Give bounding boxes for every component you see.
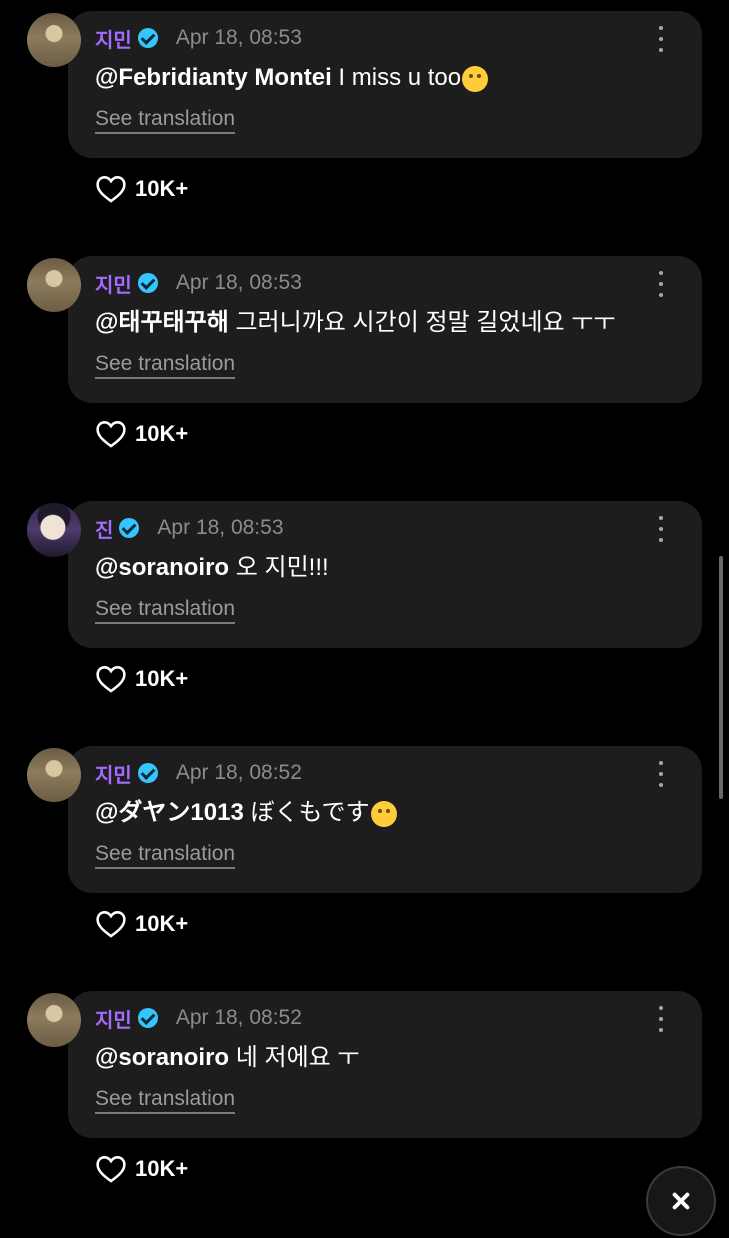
comment-text: @태꾸태꾸해 그러니까요 시간이 정말 길었네요 ㅜㅜ [95, 308, 615, 338]
mention-link[interactable]: @Febridianty Montei [95, 64, 332, 91]
comment-text: @soranoiro 네 저에요 ㅜ [95, 1043, 360, 1073]
like-count: 10K+ [135, 176, 189, 201]
avatar[interactable] [27, 748, 81, 802]
heart-icon [96, 421, 126, 448]
see-translation-link[interactable]: See translation [95, 108, 236, 134]
author-name[interactable]: 지민 [95, 24, 132, 53]
author-name[interactable]: 지민 [95, 269, 132, 298]
heart-icon [96, 1156, 126, 1183]
avatar[interactable] [27, 13, 81, 67]
like-button[interactable]: 10K+ [95, 665, 188, 693]
comment-item: 진 Apr 18, 08:53 @soranoiro 오 지민!!! See t… [0, 501, 729, 748]
comment-text: @soranoiro 오 지민!!! [95, 553, 329, 583]
comment-text: @ダヤン1013 ぼくもです [95, 798, 397, 828]
heart-icon [96, 176, 126, 203]
like-count: 10K+ [135, 666, 189, 691]
comment-body: ぼくもです [243, 799, 370, 826]
avatar[interactable] [27, 993, 81, 1047]
avatar[interactable] [27, 503, 81, 557]
verified-badge-icon [137, 1008, 158, 1028]
comment-item: 지민 Apr 18, 08:52 @soranoiro 네 저에요 ㅜ See … [0, 991, 729, 1238]
comment-header: 지민 Apr 18, 08:53 [95, 24, 302, 53]
verified-badge-icon [137, 763, 158, 783]
mention-link[interactable]: @태꾸태꾸해 [95, 309, 229, 336]
avatar[interactable] [27, 258, 81, 312]
more-options-icon[interactable] [654, 516, 668, 542]
comment-text: @Febridianty Montei I miss u too [95, 63, 489, 93]
more-options-icon[interactable] [654, 26, 668, 52]
comment-body: I miss u too [331, 64, 462, 91]
comment-time: Apr 18, 08:52 [175, 1006, 302, 1029]
comment-header: 진 Apr 18, 08:53 [95, 514, 284, 543]
see-translation-link[interactable]: See translation [95, 598, 236, 624]
more-options-icon[interactable] [654, 761, 668, 787]
comment-header: 지민 Apr 18, 08:52 [95, 1004, 302, 1033]
comment-item: 지민 Apr 18, 08:52 @ダヤン1013 ぼくもです See tran… [0, 746, 729, 993]
comment-header: 지민 Apr 18, 08:53 [95, 269, 302, 298]
see-translation-link[interactable]: See translation [95, 843, 236, 869]
comment-body: 그러니까요 시간이 정말 길었네요 ㅜㅜ [228, 309, 616, 336]
verified-badge-icon [137, 273, 158, 293]
like-button[interactable]: 10K+ [95, 910, 188, 938]
comment-time: Apr 18, 08:53 [175, 271, 302, 294]
author-name[interactable]: 진 [95, 514, 113, 543]
mention-link[interactable]: @soranoiro [95, 554, 229, 581]
see-translation-link[interactable]: See translation [95, 353, 236, 379]
comment-time: Apr 18, 08:52 [175, 761, 302, 784]
heart-icon [96, 911, 126, 938]
laughing-face-icon [370, 800, 397, 827]
like-count: 10K+ [135, 421, 189, 446]
like-count: 10K+ [135, 1156, 189, 1181]
mention-link[interactable]: @ダヤン1013 [95, 799, 244, 826]
like-button[interactable]: 10K+ [95, 175, 188, 203]
comment-item: 지민 Apr 18, 08:53 @Febridianty Montei I m… [0, 11, 729, 258]
comment-body: 네 저에요 ㅜ [229, 1044, 360, 1071]
crying-face-icon [462, 65, 489, 92]
author-name[interactable]: 지민 [95, 1004, 132, 1033]
like-button[interactable]: 10K+ [95, 420, 188, 448]
like-count: 10K+ [135, 911, 189, 936]
comment-header: 지민 Apr 18, 08:52 [95, 759, 302, 788]
heart-icon [96, 666, 126, 693]
close-icon[interactable] [646, 1166, 716, 1236]
comment-time: Apr 18, 08:53 [157, 516, 284, 539]
verified-badge-icon [137, 28, 158, 48]
comment-body: 오 지민!!! [229, 554, 329, 581]
scrollbar[interactable] [719, 556, 723, 799]
verified-badge-icon [119, 518, 140, 538]
author-name[interactable]: 지민 [95, 759, 132, 788]
comment-item: 지민 Apr 18, 08:53 @태꾸태꾸해 그러니까요 시간이 정말 길었네… [0, 256, 729, 503]
more-options-icon[interactable] [654, 1006, 668, 1032]
like-button[interactable]: 10K+ [95, 1155, 188, 1183]
more-options-icon[interactable] [654, 271, 668, 297]
comment-time: Apr 18, 08:53 [175, 26, 302, 49]
see-translation-link[interactable]: See translation [95, 1088, 236, 1114]
mention-link[interactable]: @soranoiro [95, 1044, 229, 1071]
